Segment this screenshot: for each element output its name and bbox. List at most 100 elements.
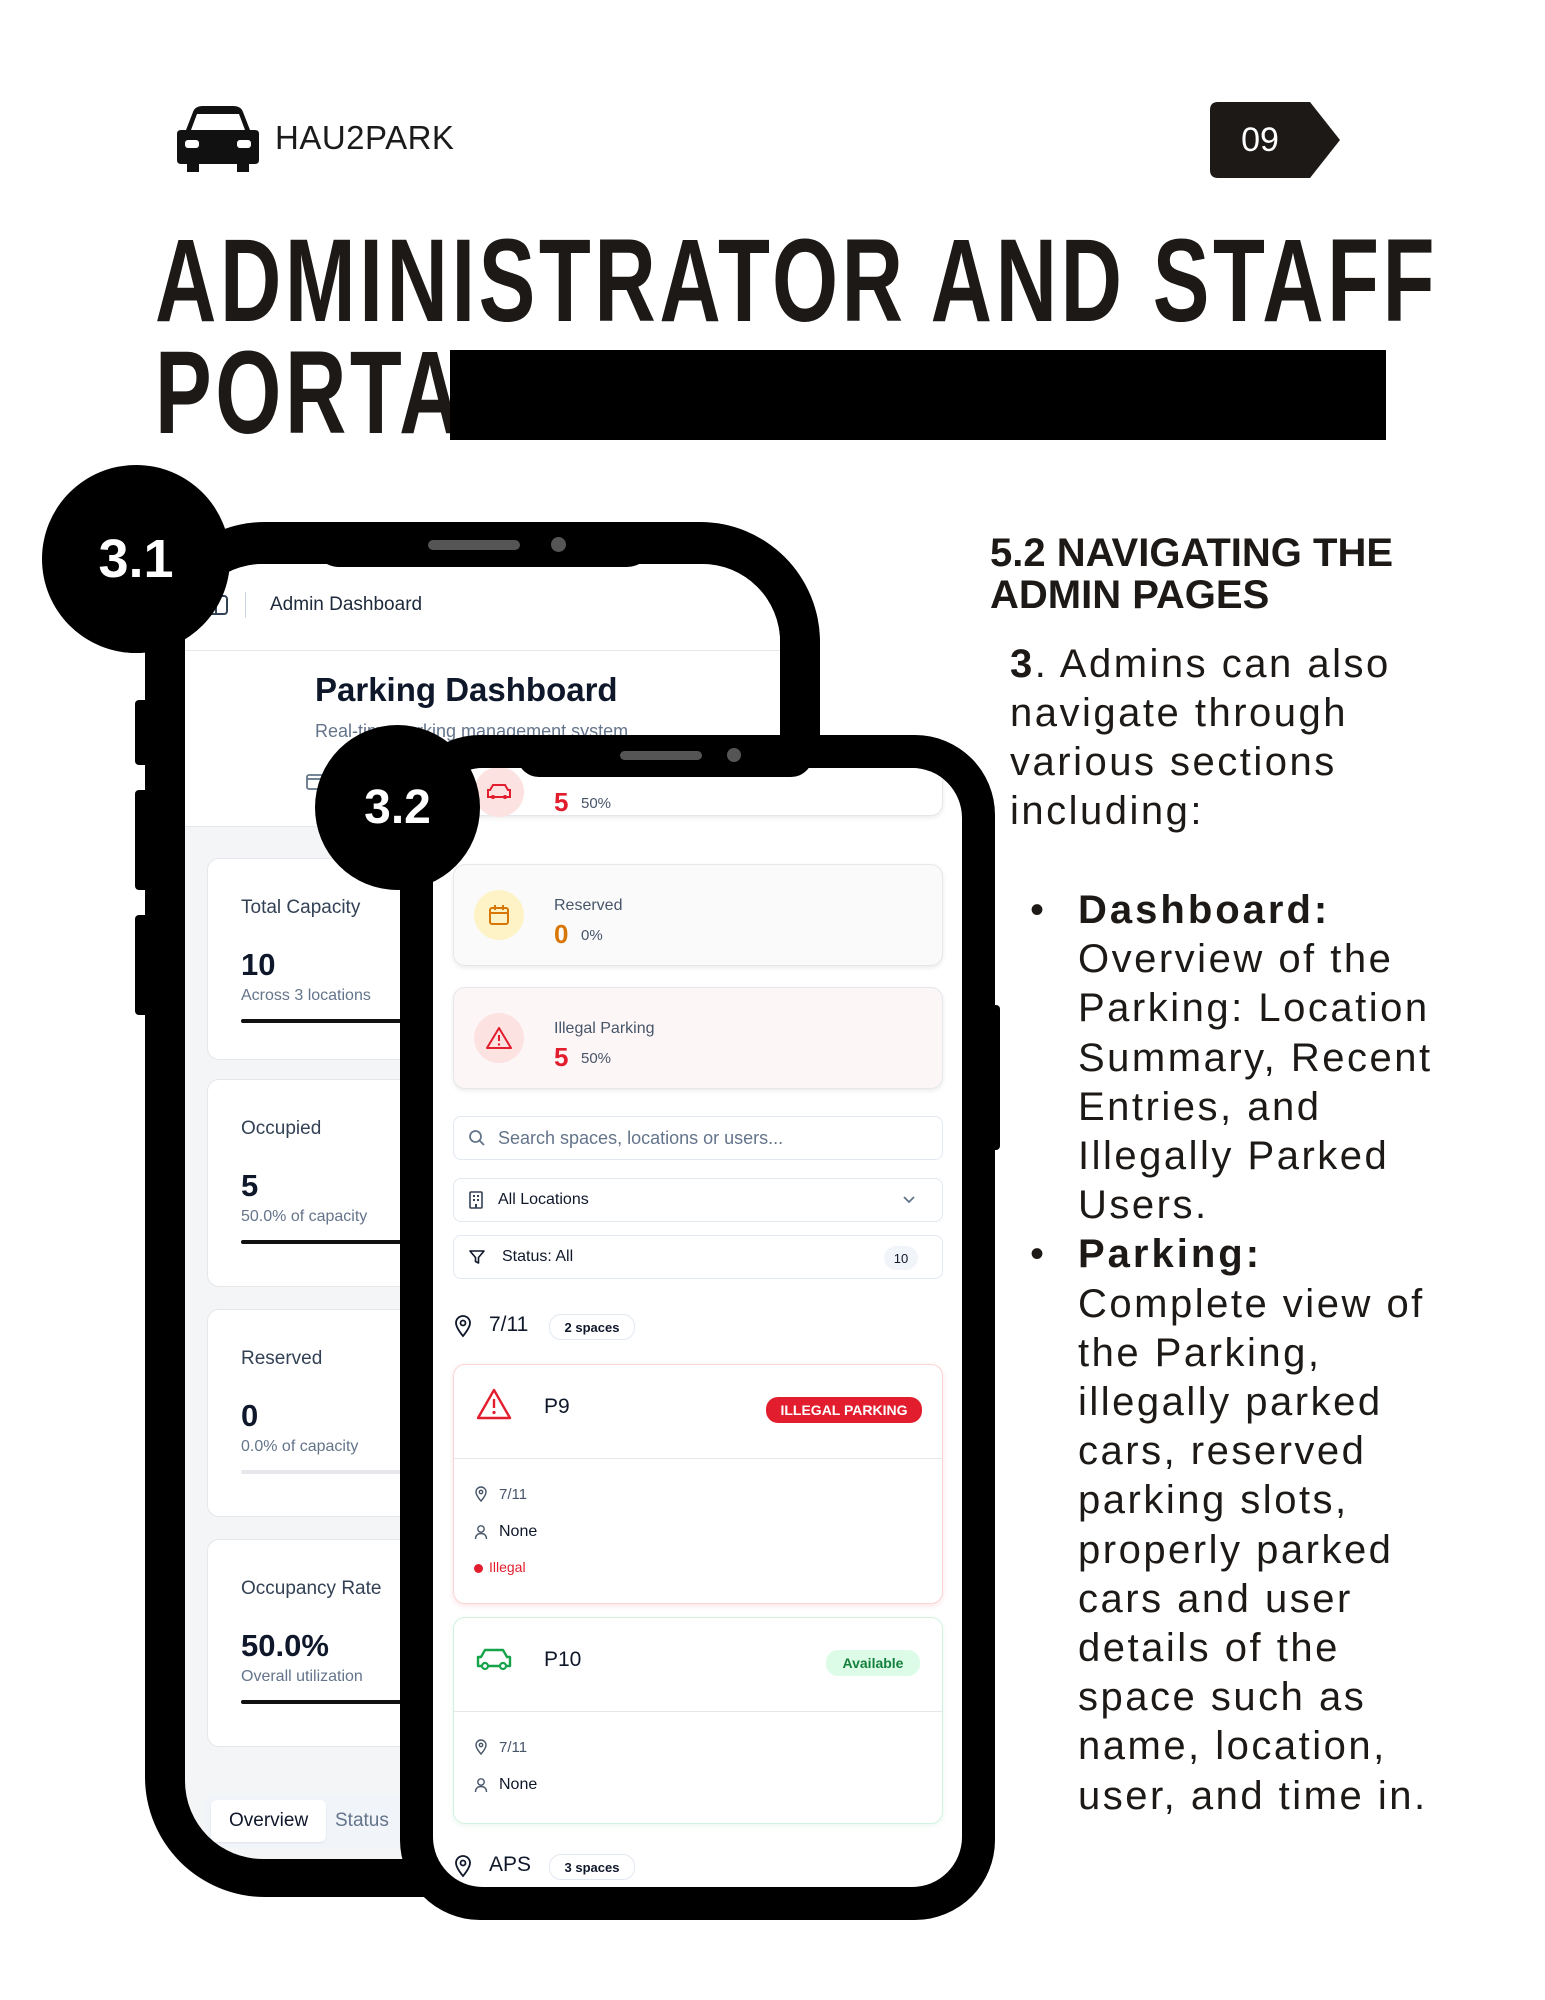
parking-spot-card[interactable]: P9 ILLEGAL PARKING 7/11 None Illegal <box>453 1364 943 1604</box>
spot-user: None <box>499 1523 538 1540</box>
stat-card-reserved: Reserved 0 0% <box>453 864 943 966</box>
spot-name: P10 <box>544 1648 582 1671</box>
list-item-label: Parking: <box>1078 1232 1263 1277</box>
step-badge-3-2: 3.2 <box>315 725 480 890</box>
stat-percent: 50% <box>581 795 612 812</box>
dashboard-title: Parking Dashboard <box>315 671 618 708</box>
step-badge-3-1: 3.1 <box>42 465 230 653</box>
stat-value: 50.0% <box>241 1628 329 1663</box>
title-decorative-bar <box>450 350 1386 440</box>
user-icon <box>474 1525 488 1540</box>
status-badge: Available <box>826 1650 920 1676</box>
divider <box>454 1458 942 1459</box>
chevron-down-icon <box>903 1196 915 1204</box>
list-item: • Parking: Complete view of the Parking,… <box>1030 1230 1460 1820</box>
spot-name: P9 <box>544 1395 570 1418</box>
spot-location: 7/11 <box>499 1486 528 1503</box>
divider <box>454 1711 942 1712</box>
intro-paragraph: 3. Admins can also navigate through vari… <box>1010 640 1430 836</box>
breadcrumb: Admin Dashboard <box>270 594 423 615</box>
stat-subtext: 50.0% of capacity <box>241 1208 368 1225</box>
spot-location: 7/11 <box>499 1739 528 1756</box>
search-placeholder: Search spaces, locations or users... <box>498 1128 784 1148</box>
location-select[interactable]: All Locations <box>453 1178 943 1222</box>
list-item: • Dashboard: Overview of the Parking: Lo… <box>1030 886 1460 1230</box>
search-icon <box>469 1130 485 1146</box>
stat-card-illegal-parking: Illegal Parking 5 50% <box>453 987 943 1089</box>
stat-label: Occupied <box>241 1118 322 1139</box>
car-icon <box>177 105 259 172</box>
divider <box>245 592 246 618</box>
intro-number: 3 <box>1010 642 1035 686</box>
stat-value: 5 <box>554 1042 569 1072</box>
tab-status[interactable]: Status <box>317 1800 407 1842</box>
stat-label: Occupancy Rate <box>241 1578 382 1599</box>
feature-list: • Dashboard: Overview of the Parking: Lo… <box>1030 886 1460 1821</box>
phone-notch <box>313 522 653 567</box>
map-pin-icon <box>455 1315 471 1338</box>
bullet-icon: • <box>1030 1232 1047 1277</box>
stat-percent: 0% <box>581 927 603 944</box>
page-number: 09 <box>1241 120 1279 159</box>
stat-subtext: 0.0% of capacity <box>241 1438 359 1455</box>
search-input[interactable]: Search spaces, locations or users... <box>453 1116 943 1160</box>
top-bar: Admin Dashboard <box>185 564 780 651</box>
map-pin-icon <box>455 1855 471 1878</box>
calendar-icon <box>474 890 524 940</box>
list-item-label: Dashboard: <box>1078 888 1331 932</box>
map-pin-icon <box>475 1486 487 1502</box>
space-count-badge: 2 spaces <box>549 1314 635 1340</box>
stat-value: 10 <box>241 947 276 982</box>
speaker <box>428 540 520 550</box>
stat-subtext: Across 3 locations <box>241 987 371 1004</box>
brand: HAU2PARK <box>175 100 454 175</box>
stat-label: Total Capacity <box>241 897 361 918</box>
section-title: 5.2 NAVIGATING THE ADMIN PAGES <box>990 531 1394 617</box>
status-filter[interactable]: Status: All 10 <box>453 1235 943 1279</box>
status-badge: ILLEGAL PARKING <box>766 1397 922 1423</box>
camera <box>551 537 566 552</box>
spot-status: Illegal <box>489 1559 526 1575</box>
brand-name: HAU2PARK <box>275 118 455 156</box>
building-icon <box>469 1191 483 1209</box>
phone-frame-parking: 5 50% Reserved 0 0% Illegal Parking 5 50… <box>400 735 995 1920</box>
stat-percent: 50% <box>581 1050 612 1067</box>
location-group-header: 7/11 2 spaces <box>453 1308 941 1344</box>
location-group-header: APS 3 spaces <box>453 1848 941 1884</box>
car-icon <box>476 1648 512 1671</box>
user-icon <box>474 1778 488 1793</box>
stat-value: 0 <box>554 919 569 949</box>
location-name: APS <box>489 1853 532 1876</box>
page-number-tag: 09 <box>1210 102 1340 178</box>
tab-overview[interactable]: Overview <box>211 1800 327 1842</box>
bullet-icon: • <box>1030 888 1047 932</box>
filter-icon <box>469 1250 485 1264</box>
page-title-line-1: ADMINISTRATOR AND STAFF <box>155 215 1439 347</box>
car-icon <box>474 768 524 817</box>
status-count-badge: 10 <box>884 1246 918 1270</box>
map-pin-icon <box>475 1739 487 1755</box>
intro-text: . Admins can also navigate through vario… <box>1010 642 1391 833</box>
stat-label: Reserved <box>554 897 623 914</box>
spot-user: None <box>499 1776 538 1793</box>
phone-screen-parking: 5 50% Reserved 0 0% Illegal Parking 5 50… <box>433 768 962 1887</box>
warning-icon <box>474 1013 524 1063</box>
stat-value: 0 <box>241 1398 259 1433</box>
stat-value: 5 <box>554 787 569 817</box>
space-count-badge: 3 spaces <box>549 1854 635 1880</box>
warning-icon <box>476 1388 512 1420</box>
phone-notch <box>517 735 813 777</box>
list-item-text: Overview of the Parking: Location Summar… <box>1078 937 1433 1228</box>
status-dot-icon <box>474 1564 483 1573</box>
parking-spot-card[interactable]: P10 Available 7/11 None <box>453 1617 943 1824</box>
speaker <box>620 751 702 760</box>
camera <box>727 748 741 762</box>
stat-label: Reserved <box>241 1348 323 1369</box>
stat-value: 5 <box>241 1168 259 1203</box>
status-filter-value: Status: All <box>502 1248 574 1265</box>
stat-subtext: Overall utilization <box>241 1668 363 1685</box>
location-select-value: All Locations <box>498 1191 589 1208</box>
location-name: 7/11 <box>489 1313 529 1336</box>
stat-label: Illegal Parking <box>554 1020 655 1037</box>
list-item-text: Complete view of the Parking, illegally … <box>1078 1281 1428 1818</box>
